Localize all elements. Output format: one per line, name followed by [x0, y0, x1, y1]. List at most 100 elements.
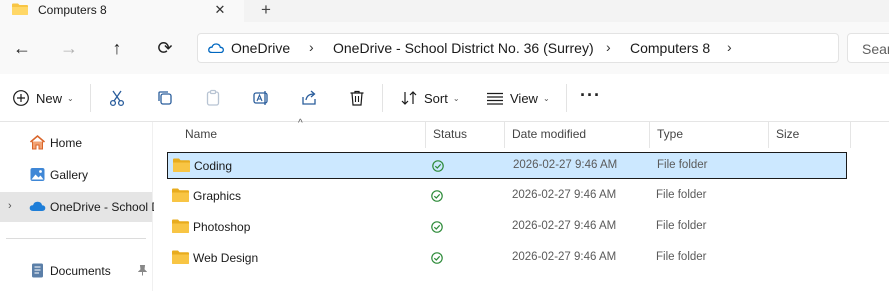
chevron-down-icon: ⌄: [452, 93, 460, 103]
back-button[interactable]: ←: [10, 36, 34, 60]
folder-icon: [172, 250, 189, 264]
scissors-icon: [109, 90, 125, 107]
new-button[interactable]: New ⌄: [12, 87, 74, 109]
new-label: New: [36, 90, 63, 106]
sidebar-item-gallery[interactable]: Gallery: [0, 160, 152, 190]
delete-button[interactable]: [348, 87, 366, 109]
view-button[interactable]: View ⌄: [486, 87, 550, 109]
command-bar: New ⌄ Sort ⌄ View ⌄ ···: [0, 74, 889, 122]
file-row-coding[interactable]: Coding 2026-02-27 9:46 AM File folder: [167, 152, 847, 179]
more-options-icon[interactable]: ···: [580, 86, 601, 104]
cut-button[interactable]: [108, 87, 126, 109]
sidebar-item-label: Home: [50, 136, 83, 150]
sort-label: Sort: [424, 90, 448, 106]
synced-check-icon: [431, 221, 443, 233]
paste-button[interactable]: [204, 87, 222, 109]
sidebar-item-label: OneDrive - School D: [50, 200, 161, 214]
trash-icon: [350, 90, 364, 106]
navigation-pane: Home Gallery › OneDrive - School D Docum…: [0, 122, 160, 291]
view-label: View: [510, 90, 538, 106]
onedrive-cloud-icon: [208, 43, 224, 53]
breadcrumb-onedrive[interactable]: OneDrive: [231, 40, 290, 56]
search-box[interactable]: Sear: [847, 33, 889, 63]
tab-computers-8[interactable]: Computers 8 ✕: [0, 0, 244, 22]
address-row: ← → ↑ ⟳ OneDrive › OneDrive - School Dis…: [0, 22, 889, 74]
sort-button[interactable]: Sort ⌄: [400, 87, 460, 109]
folder-icon: [12, 3, 28, 15]
file-row-web-design[interactable]: Web Design 2026-02-27 9:46 AM File folde…: [167, 245, 847, 272]
breadcrumb-school-district[interactable]: OneDrive - School District No. 36 (Surre…: [333, 40, 594, 56]
breadcrumb-chevron-icon[interactable]: ›: [727, 39, 732, 55]
column-header-status[interactable]: Status: [433, 122, 467, 146]
file-row-photoshop[interactable]: Photoshop 2026-02-27 9:46 AM File folder: [167, 214, 847, 241]
plus-circle-icon: [13, 90, 29, 106]
share-button[interactable]: [300, 87, 318, 109]
file-row-graphics[interactable]: Graphics 2026-02-27 9:46 AM File folder: [167, 183, 847, 210]
sidebar-item-documents[interactable]: Documents: [0, 256, 152, 286]
clipboard-icon: [206, 89, 220, 106]
up-button[interactable]: ↑: [105, 36, 129, 60]
file-type: File folder: [656, 220, 707, 232]
column-divider[interactable]: [768, 122, 769, 148]
folder-icon: [173, 158, 190, 172]
copy-button[interactable]: [156, 87, 174, 109]
sort-ascending-icon: ^: [298, 118, 303, 129]
chevron-down-icon: ⌄: [67, 93, 74, 103]
chevron-down-icon: ⌄: [542, 93, 550, 103]
sort-arrows-icon: [401, 91, 417, 105]
column-header-date-modified[interactable]: Date modified: [512, 122, 586, 146]
breadcrumb-chevron-icon[interactable]: ›: [309, 39, 314, 55]
file-name: Graphics: [193, 189, 242, 203]
pin-icon: [137, 265, 148, 276]
onedrive-icon: [29, 201, 46, 211]
synced-check-icon: [432, 160, 444, 172]
breadcrumb-chevron-icon[interactable]: ›: [606, 39, 611, 55]
folder-icon: [172, 219, 189, 233]
sidebar-item-label: Gallery: [50, 168, 89, 182]
address-bar[interactable]: OneDrive › OneDrive - School District No…: [197, 33, 839, 63]
refresh-button[interactable]: ⟳: [153, 36, 177, 60]
documents-icon: [32, 263, 43, 278]
column-header-size[interactable]: Size: [776, 122, 799, 146]
tab-title: Computers 8: [38, 3, 107, 17]
gallery-icon: [30, 168, 45, 181]
tab-strip: Computers 8 ✕ +: [0, 0, 889, 22]
file-name: Web Design: [193, 251, 259, 265]
date-modified: 2026-02-27 9:46 AM: [512, 220, 617, 232]
date-modified: 2026-02-27 9:46 AM: [512, 189, 617, 201]
file-name: Coding: [194, 159, 233, 173]
column-divider[interactable]: [504, 122, 505, 148]
synced-check-icon: [431, 190, 443, 202]
sidebar-item-home[interactable]: Home: [0, 128, 152, 158]
synced-check-icon: [431, 252, 443, 264]
date-modified: 2026-02-27 9:46 AM: [512, 251, 617, 263]
file-list: ^ Name Status Date modified Type Size Co…: [154, 118, 889, 291]
column-header-type[interactable]: Type: [657, 122, 683, 146]
toolbar-divider: [382, 84, 383, 112]
copy-icon: [158, 91, 172, 105]
column-divider[interactable]: [850, 122, 851, 148]
breadcrumb-computers-8[interactable]: Computers 8: [630, 40, 710, 56]
toolbar-divider: [90, 84, 91, 112]
new-tab-button[interactable]: +: [256, 1, 276, 19]
sidebar-item-onedrive-school[interactable]: › OneDrive - School D: [0, 192, 160, 222]
column-divider[interactable]: [649, 122, 650, 148]
folder-icon: [172, 188, 189, 202]
home-icon: [29, 134, 46, 150]
column-divider[interactable]: [425, 122, 426, 148]
sidebar-item-label: Documents: [50, 264, 111, 278]
file-type: File folder: [657, 159, 708, 171]
pin-icon[interactable]: [137, 265, 148, 279]
search-placeholder: Sear: [862, 41, 889, 57]
file-name: Photoshop: [193, 220, 251, 234]
date-modified: 2026-02-27 9:46 AM: [513, 159, 618, 171]
share-icon: [302, 90, 316, 105]
column-header-name[interactable]: Name: [185, 122, 217, 146]
expand-chevron-icon[interactable]: ›: [8, 200, 12, 212]
file-type: File folder: [656, 189, 707, 201]
forward-button[interactable]: →: [57, 36, 81, 60]
rename-button[interactable]: [252, 87, 270, 109]
close-tab-icon[interactable]: ✕: [211, 1, 229, 19]
view-list-icon: [487, 92, 503, 105]
toolbar-divider: [566, 84, 567, 112]
